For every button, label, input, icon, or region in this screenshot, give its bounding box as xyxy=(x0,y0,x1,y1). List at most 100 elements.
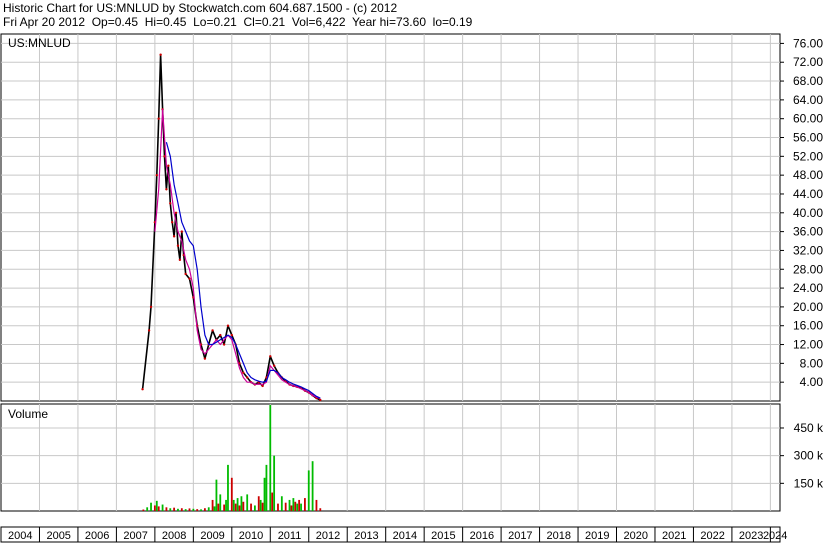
price-y-tick-label: 32.00 xyxy=(793,243,823,257)
price-y-tick-label: 8.00 xyxy=(800,356,824,370)
volume-y-tick-label: 150 k xyxy=(794,476,824,490)
x-tick-label: 2009 xyxy=(200,530,224,542)
volume-panel-title: Volume xyxy=(8,407,48,421)
volume-bar xyxy=(200,509,202,511)
price-point xyxy=(203,357,207,360)
price-point xyxy=(141,388,144,391)
price-point xyxy=(269,355,272,358)
volume-bar xyxy=(238,505,241,511)
volume-bar xyxy=(184,509,187,511)
price-point xyxy=(226,324,230,327)
volume-bar xyxy=(284,502,287,511)
volume-panel-frame xyxy=(0,403,781,512)
volume-y-tick-label: 300 k xyxy=(794,449,824,463)
volume-bar xyxy=(292,498,295,511)
volume-bar xyxy=(173,507,176,511)
volume-bar xyxy=(304,498,306,511)
volume-bar xyxy=(277,503,279,511)
x-tick-label: 2015 xyxy=(431,530,455,542)
price-y-tick-label: 60.00 xyxy=(793,112,823,126)
volume-bar xyxy=(253,505,256,511)
volume-bar xyxy=(230,477,233,511)
price-point xyxy=(159,53,162,56)
price-point xyxy=(222,343,226,346)
chart-canvas: 76.00 72.00 68.00 64.00 60.00 56.00 52.00 48.00… xyxy=(0,33,824,543)
volume-bar xyxy=(142,509,145,511)
volume-bar xyxy=(307,470,310,511)
price-y-tick-label: 52.00 xyxy=(793,149,823,163)
volume-bar xyxy=(157,506,160,511)
price-point xyxy=(261,384,264,388)
volume-bar xyxy=(146,507,149,511)
volume-bar xyxy=(240,496,243,511)
volume-bar xyxy=(311,461,314,511)
volume-y-axis: 450 k 300 k 150 k xyxy=(780,421,824,490)
price-y-tick-label: 12.00 xyxy=(793,338,823,352)
volume-bar xyxy=(236,498,239,511)
x-tick-label: 2008 xyxy=(162,530,186,542)
price-y-tick-label: 28.00 xyxy=(793,262,823,276)
x-tick-label: 2013 xyxy=(354,530,378,542)
x-tick-label: 2023 xyxy=(739,530,763,542)
price-y-tick-label: 16.00 xyxy=(793,319,823,333)
volume-bar xyxy=(290,505,293,511)
price-y-tick-label: 4.00 xyxy=(800,375,824,389)
volume-bar xyxy=(180,508,183,511)
volume-bar xyxy=(265,464,268,511)
price-y-tick-label: 36.00 xyxy=(793,225,823,239)
x-tick-label: 2010 xyxy=(239,530,263,542)
volume-bar xyxy=(294,501,297,511)
volume-bar xyxy=(263,477,266,511)
volume-bar xyxy=(298,499,301,511)
price-y-tick-label: 68.00 xyxy=(793,74,823,88)
price-y-tick-label: 76.00 xyxy=(793,36,823,50)
volume-bar xyxy=(196,509,199,511)
price-point xyxy=(176,244,180,247)
price-point xyxy=(184,272,187,276)
volume-bar xyxy=(288,499,291,511)
volume-bar xyxy=(217,503,220,511)
price-point xyxy=(180,230,184,233)
price-point xyxy=(188,277,191,280)
x-tick-label: 2014 xyxy=(393,530,417,542)
volume-bar xyxy=(203,508,206,511)
volume-bar xyxy=(257,496,260,511)
x-tick-label: 2017 xyxy=(508,530,532,542)
price-point xyxy=(219,333,222,337)
price-point xyxy=(169,202,172,205)
price-y-tick-label: 24.00 xyxy=(793,281,823,295)
x-tick-label: 2011 xyxy=(278,530,302,542)
volume-bar xyxy=(188,508,191,511)
volume-bar xyxy=(259,499,262,511)
price-point xyxy=(157,117,160,120)
price-point xyxy=(149,305,153,309)
volume-bar xyxy=(211,499,214,511)
volume-bar xyxy=(319,508,322,511)
volume-bar xyxy=(246,494,249,511)
volume-bar xyxy=(227,464,229,511)
price-y-tick-label: 48.00 xyxy=(793,168,823,182)
volume-bar xyxy=(273,455,276,511)
price-point xyxy=(319,398,322,402)
volume-bar xyxy=(215,479,218,511)
volume-bar xyxy=(213,506,216,511)
volume-bar xyxy=(225,499,227,511)
volume-bar xyxy=(242,501,245,511)
price-y-tick-label: 20.00 xyxy=(793,300,823,314)
price-y-tick-label: 44.00 xyxy=(793,187,823,201)
price-y-tick-label: 40.00 xyxy=(793,206,823,220)
x-tick-label: 2019 xyxy=(585,530,609,542)
volume-bar xyxy=(261,502,264,511)
volume-bar xyxy=(234,503,237,511)
volume-bar xyxy=(155,500,158,511)
volume-bar xyxy=(232,499,235,511)
volume-bar xyxy=(153,505,156,511)
volume-bar xyxy=(177,508,179,511)
price-point xyxy=(165,188,168,191)
price-y-tick-label: 64.00 xyxy=(793,93,823,107)
volume-bar xyxy=(300,503,302,511)
x-tick-label: 2012 xyxy=(316,530,340,542)
volume-bar xyxy=(169,508,172,511)
x-tick-label: 2006 xyxy=(85,530,109,542)
volume-bar xyxy=(315,499,318,511)
